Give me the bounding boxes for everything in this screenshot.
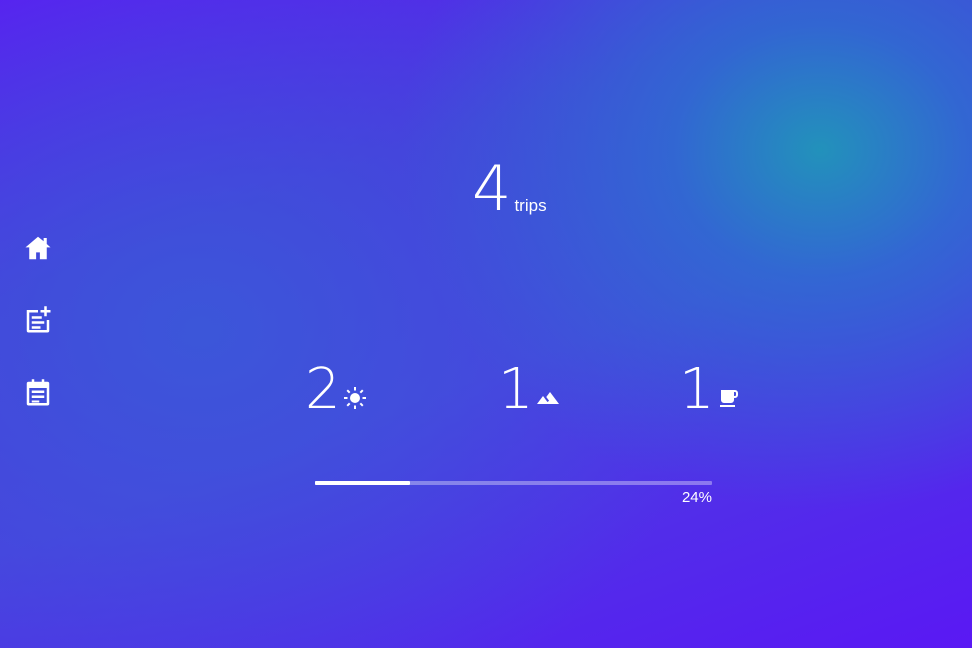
nav-add-trip-button[interactable]: [22, 304, 54, 336]
sun-icon: [343, 386, 367, 410]
stat-cafe-count: 1: [679, 357, 715, 422]
nav-home-button[interactable]: [22, 232, 54, 264]
coffee-icon: [717, 386, 741, 410]
progress-percent: 24%: [681, 489, 712, 506]
mountain-icon: [536, 386, 560, 410]
calendar-note-icon: [26, 379, 50, 406]
trip-count-label: trips: [514, 196, 547, 215]
stat-sunny-count: 2: [305, 357, 341, 422]
home-icon: [25, 236, 51, 260]
trip-total: 4 trips: [472, 150, 547, 220]
stat-sunny: 2: [305, 358, 367, 418]
note-add-icon: [26, 306, 51, 333]
stat-mountain-count: 1: [498, 357, 534, 422]
stat-cafe: 1: [679, 358, 741, 418]
progress-bar: [315, 481, 712, 485]
nav-trips-list-button[interactable]: [22, 377, 54, 409]
stat-mountain: 1: [498, 358, 560, 418]
trip-count: 4: [472, 152, 511, 225]
progress-fill: [315, 481, 411, 485]
